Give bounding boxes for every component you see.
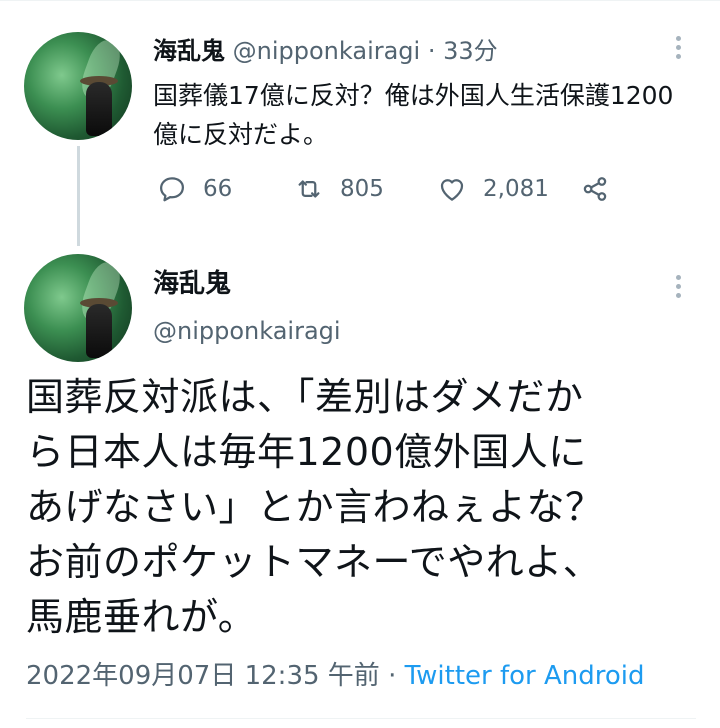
thread-connector-line: [77, 146, 80, 246]
avatar[interactable]: [24, 254, 132, 362]
avatar[interactable]: [24, 32, 132, 140]
tweet-text-line: 国葬反対派は、「差別はダメだか: [26, 375, 584, 419]
heart-icon: [440, 179, 464, 201]
tweet-time[interactable]: 33分: [443, 37, 498, 65]
display-name[interactable]: 海乱鬼: [153, 37, 225, 65]
tweet-meta: 2022年09月07日 12:35 午前 · Twitter for Andro…: [26, 660, 645, 692]
share-icon: [583, 177, 607, 201]
tweet-text-line: お前のポケットマネーでやれよ、: [26, 540, 602, 584]
display-name[interactable]: 海乱鬼: [153, 268, 231, 300]
retweet-button[interactable]: 805: [294, 174, 384, 204]
tweet-text: 国葬反対派は、「差別はダメだか ら日本人は毎年1200億外国人に あげなさい」と…: [26, 370, 706, 645]
user-handle[interactable]: @nipponkairagi: [233, 37, 421, 65]
tweet-text-line: ら日本人は毎年1200億外国人に: [26, 430, 587, 474]
top-divider: [0, 0, 720, 1]
tweet-text: 国葬儀17億に反対？俺は外国人生活保護1200億に反対だよ。: [153, 81, 674, 149]
tweet-source-link[interactable]: Twitter for Android: [405, 661, 645, 691]
tweet-text-line: あげなさい」とか言わねぇよな？: [26, 485, 604, 529]
reply-icon: [160, 177, 184, 202]
tweet-timestamp[interactable]: 2022年09月07日 12:35 午前: [26, 661, 380, 691]
more-options-icon[interactable]: [674, 275, 682, 298]
share-button[interactable]: [580, 174, 610, 204]
tweet-header: 海乱鬼 @nipponkairagi · 33分: [153, 36, 498, 66]
tweet-actions: 66 805 2,081: [153, 174, 623, 206]
bottom-divider: [26, 718, 696, 719]
user-handle[interactable]: @nipponkairagi: [153, 316, 341, 346]
separator: ·: [427, 37, 436, 65]
like-count: 2,081: [483, 176, 549, 202]
reply-button[interactable]: 66: [157, 174, 232, 204]
retweet-icon: [298, 180, 320, 198]
retweet-count: 805: [340, 176, 384, 202]
tweet-text-line: 馬鹿垂れが。: [26, 595, 257, 639]
more-options-icon[interactable]: [674, 36, 682, 59]
reply-count: 66: [203, 176, 233, 202]
separator: ·: [388, 661, 397, 691]
like-button[interactable]: 2,081: [437, 174, 549, 204]
